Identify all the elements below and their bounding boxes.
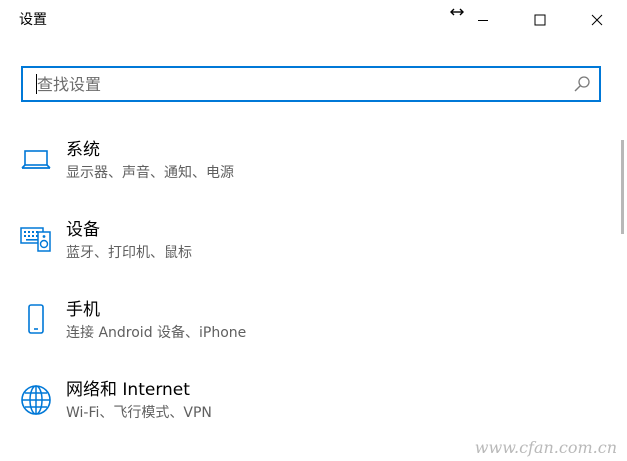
settings-item-network[interactable]: 网络和 Internet Wi-Fi、飞行模式、VPN — [0, 376, 600, 440]
scrollbar[interactable] — [621, 140, 624, 234]
item-title: 手机 — [66, 300, 100, 320]
title-bar[interactable]: 设置 — [0, 0, 627, 40]
search-icon[interactable] — [573, 75, 591, 93]
keyboard-speaker-icon — [20, 222, 52, 254]
maximize-button[interactable] — [517, 0, 563, 40]
close-button[interactable] — [574, 0, 620, 40]
item-title: 设备 — [66, 220, 100, 240]
minimize-icon — [478, 20, 488, 21]
search-input[interactable] — [37, 73, 557, 95]
settings-item-devices[interactable]: 设备 蓝牙、打印机、鼠标 — [0, 216, 600, 280]
item-subtitle: 蓝牙、打印机、鼠标 — [66, 245, 192, 261]
maximize-icon — [534, 14, 546, 26]
laptop-icon — [20, 144, 52, 176]
globe-icon — [20, 384, 52, 416]
watermark: www.cfan.com.cn — [474, 438, 617, 457]
item-subtitle: 显示器、声音、通知、电源 — [66, 165, 234, 181]
minimize-button[interactable] — [460, 0, 506, 40]
search-box[interactable] — [21, 66, 601, 102]
close-icon — [591, 14, 603, 26]
settings-item-system[interactable]: 系统 显示器、声音、通知、电源 — [0, 136, 600, 200]
item-subtitle: 连接 Android 设备、iPhone — [66, 325, 247, 341]
item-title: 网络和 Internet — [66, 380, 190, 400]
item-title: 系统 — [66, 140, 100, 160]
settings-window: 设置 查找设置 系统 显示器、声音、通知、电源 设备 蓝牙、打印机、鼠标 手机 … — [0, 0, 627, 461]
phone-icon — [20, 303, 52, 335]
item-subtitle: Wi-Fi、飞行模式、VPN — [66, 405, 212, 421]
settings-item-phone[interactable]: 手机 连接 Android 设备、iPhone — [0, 296, 600, 360]
window-title: 设置 — [19, 12, 47, 28]
